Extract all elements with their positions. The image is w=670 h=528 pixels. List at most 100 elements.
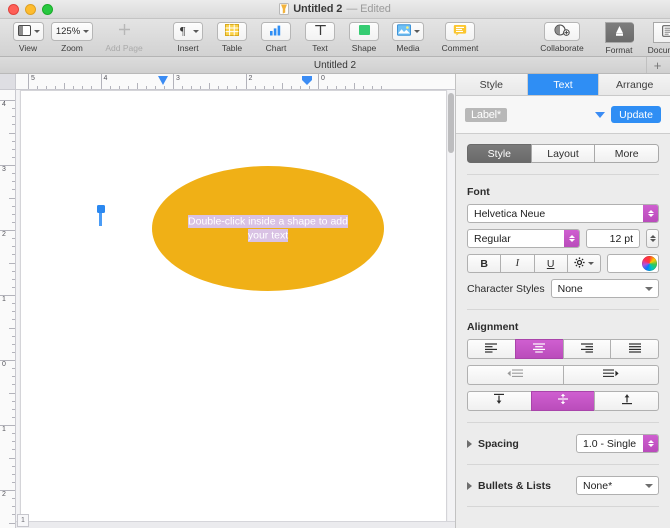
- paragraph-style-name[interactable]: Label*: [465, 108, 507, 122]
- vertical-scrollbar[interactable]: [448, 93, 454, 153]
- format-toggle[interactable]: [605, 22, 634, 43]
- format-brush-icon: [613, 24, 626, 42]
- horizontal-ruler-track[interactable]: 54320: [16, 74, 455, 89]
- document-toggle[interactable]: [653, 22, 670, 43]
- bullets-disclosure-icon[interactable]: [467, 482, 472, 490]
- maximize-window-button[interactable]: [42, 4, 53, 15]
- bullets-label: Bullets & Lists: [478, 480, 570, 492]
- character-styles-select[interactable]: None: [551, 279, 659, 298]
- align-top-button[interactable]: [467, 391, 531, 411]
- ruler-number: 5: [31, 75, 35, 82]
- font-family-select[interactable]: Helvetica Neue: [467, 204, 659, 223]
- toolbar-zoom-button[interactable]: 125% Zoom: [50, 21, 94, 53]
- font-color-well[interactable]: [607, 254, 659, 273]
- minimize-window-button[interactable]: [25, 4, 36, 15]
- toolbar-shape-button[interactable]: Shape: [342, 21, 386, 53]
- bold-button[interactable]: B: [467, 254, 500, 273]
- toolbar-comment-button[interactable]: Comment: [430, 21, 490, 53]
- page-scroll-area[interactable]: Double-click inside a shape to add your …: [16, 90, 455, 528]
- paragraph-style-chevron-down-icon[interactable]: [595, 112, 605, 118]
- font-family-stepper-icon[interactable]: [643, 205, 658, 222]
- toolbar-left-group: View 125% Zoom Add Page: [0, 21, 154, 53]
- text-t-icon: [314, 23, 327, 41]
- toolbar-media-button[interactable]: Media: [386, 21, 430, 53]
- shape-text-content[interactable]: Double-click inside a shape to add your …: [188, 215, 348, 243]
- document-tab-title[interactable]: Untitled 2: [314, 60, 356, 71]
- gear-icon: [574, 257, 585, 271]
- toolbar-collaborate-button[interactable]: Collaborate: [528, 21, 596, 53]
- media-photo-icon: [397, 23, 411, 41]
- character-styles-value: None: [558, 283, 642, 295]
- toolbar-add-page-button[interactable]: Add Page: [94, 21, 154, 53]
- underline-button[interactable]: U: [534, 254, 567, 273]
- inspector-tab-style[interactable]: Style: [456, 74, 528, 95]
- horizontal-ruler[interactable]: 54320: [0, 74, 455, 90]
- color-wheel-icon[interactable]: [642, 256, 657, 271]
- toolbar-chart-button[interactable]: Chart: [254, 21, 298, 53]
- inspector-tab-text[interactable]: Text: [528, 74, 600, 95]
- font-size-stepper-icon[interactable]: [646, 229, 659, 248]
- font-typeface-stepper-icon[interactable]: [564, 230, 579, 247]
- align-middle-button[interactable]: [531, 391, 595, 411]
- toolbar-format-button[interactable]: Format: [596, 21, 642, 55]
- first-line-indent-marker[interactable]: [158, 76, 168, 85]
- table-icon: [225, 23, 239, 41]
- chevron-down-icon: [645, 287, 653, 291]
- toolbar-document-button[interactable]: Document: [642, 21, 670, 55]
- subtab-style[interactable]: Style: [467, 144, 531, 163]
- chevron-down-icon: [414, 30, 420, 33]
- svg-text:¶: ¶: [180, 24, 186, 36]
- toolbar-media-label: Media: [396, 43, 419, 53]
- shape-square-icon: [358, 23, 371, 41]
- toolbar-insert-button[interactable]: ¶ Insert: [166, 21, 210, 53]
- spacing-select[interactable]: 1.0 - Single: [576, 434, 659, 453]
- toolbar-collaborate-label: Collaborate: [540, 43, 583, 53]
- align-bottom-button[interactable]: [594, 391, 659, 411]
- close-window-button[interactable]: [8, 4, 19, 15]
- new-tab-button[interactable]: +: [646, 57, 668, 73]
- indent-group: [467, 365, 659, 385]
- spacing-value: 1.0 - Single: [583, 438, 643, 450]
- ruler-number: 2: [2, 491, 6, 498]
- collaborate-person-icon: [554, 23, 570, 41]
- alignment-section-label: Alignment: [467, 321, 661, 333]
- font-typeface-select[interactable]: Regular: [467, 229, 580, 248]
- toolbar-table-button[interactable]: Table: [210, 21, 254, 53]
- horizontal-scrollbar-track[interactable]: [16, 521, 455, 528]
- font-options-button[interactable]: [567, 254, 601, 273]
- decrease-indent-button[interactable]: [467, 365, 563, 385]
- font-size-field[interactable]: 12 pt: [586, 229, 640, 248]
- inspector-tabbar: Style Text Arrange: [456, 74, 670, 96]
- update-style-button[interactable]: Update: [611, 106, 661, 123]
- align-justify-button[interactable]: [610, 339, 659, 359]
- text-subtabs: Style Layout More: [467, 144, 659, 163]
- left-indent-marker[interactable]: [302, 76, 312, 85]
- subtab-more[interactable]: More: [594, 144, 659, 163]
- ellipse-shape[interactable]: Double-click inside a shape to add your …: [152, 166, 384, 291]
- spacing-label: Spacing: [478, 438, 570, 450]
- toolbar-view-label: View: [19, 43, 37, 53]
- toolbar-text-button[interactable]: Text: [298, 21, 342, 53]
- bullets-select[interactable]: None*: [576, 476, 659, 495]
- page-number-badge: 1: [17, 514, 29, 527]
- chevron-down-icon: [83, 30, 89, 33]
- italic-button[interactable]: I: [500, 254, 533, 273]
- toolbar-chart-label: Chart: [266, 43, 287, 53]
- ruler-number: 3: [2, 166, 6, 173]
- chevron-down-icon: [588, 262, 594, 265]
- spacing-stepper-icon[interactable]: [643, 435, 658, 452]
- toolbar-view-button[interactable]: View: [6, 21, 50, 53]
- inspector-content: Style Layout More Font Helvetica Neue: [456, 134, 670, 528]
- align-center-button[interactable]: [515, 339, 563, 359]
- document-page[interactable]: Double-click inside a shape to add your …: [20, 90, 447, 522]
- subtab-layout[interactable]: Layout: [531, 144, 595, 163]
- align-left-button[interactable]: [467, 339, 515, 359]
- increase-indent-button[interactable]: [563, 365, 660, 385]
- align-right-button[interactable]: [563, 339, 611, 359]
- chevron-down-icon: [645, 484, 653, 488]
- inspector-tab-arrange[interactable]: Arrange: [599, 74, 670, 95]
- ruler-number: 4: [2, 101, 6, 108]
- vertical-ruler[interactable]: 4321012: [0, 90, 16, 528]
- spacing-disclosure-icon[interactable]: [467, 440, 472, 448]
- ruler-number: 3: [176, 75, 180, 82]
